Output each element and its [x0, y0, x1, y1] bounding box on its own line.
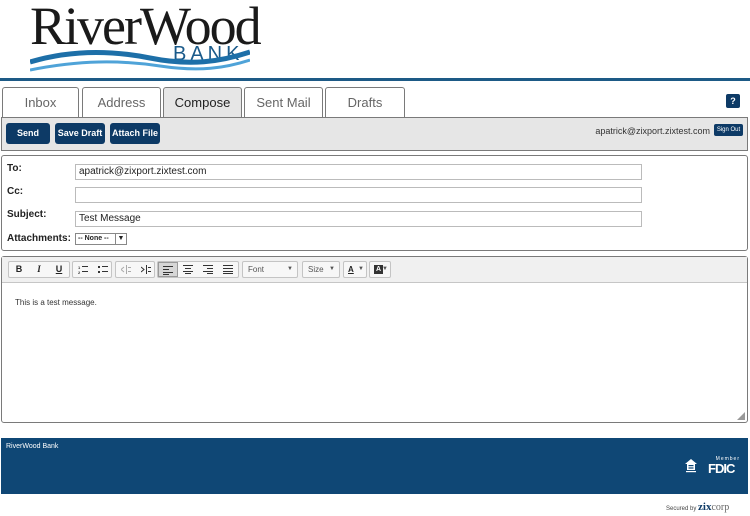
- italic-icon[interactable]: I: [29, 262, 49, 277]
- tab-address[interactable]: Address: [82, 87, 161, 119]
- text-color-icon[interactable]: A ▼: [343, 261, 367, 278]
- cc-label: Cc:: [7, 186, 24, 197]
- riverwood-bank-logo: RiverWood BANK: [30, 0, 262, 76]
- editor-toolbar: B I U 12 Font ▼ Size ▼ A ▼ A ▼: [2, 257, 747, 283]
- tab-sent-mail[interactable]: Sent Mail: [244, 87, 323, 119]
- chevron-down-icon: ▼: [329, 266, 335, 272]
- bold-icon[interactable]: B: [9, 262, 29, 277]
- secured-by-zixcorp: Secured by zixcorp: [666, 501, 729, 513]
- indent-icon[interactable]: [136, 262, 156, 277]
- underline-icon[interactable]: U: [49, 262, 69, 277]
- unordered-list-icon[interactable]: [93, 262, 113, 277]
- user-email: apatrick@zixport.zixtest.com: [595, 126, 710, 136]
- sign-out-button[interactable]: Sign Out: [714, 124, 743, 136]
- align-group: [157, 261, 239, 278]
- size-dropdown[interactable]: Size ▼: [302, 261, 340, 278]
- indent-group: [115, 261, 155, 278]
- format-group: B I U: [8, 261, 70, 278]
- svg-text:2: 2: [78, 270, 81, 274]
- chevron-down-icon: ▼: [115, 234, 126, 244]
- chevron-down-icon: ▼: [287, 266, 293, 272]
- background-color-icon[interactable]: A ▼: [369, 261, 391, 278]
- attach-file-button[interactable]: Attach File: [110, 123, 160, 144]
- list-group: 12: [72, 261, 112, 278]
- attachments-value: -- None --: [78, 235, 109, 242]
- attachments-select[interactable]: -- None -- ▼: [75, 233, 127, 245]
- tab-inbox[interactable]: Inbox: [2, 87, 79, 119]
- message-body[interactable]: This is a test message.: [15, 298, 97, 307]
- fdic-logo: Member FDIC: [708, 456, 740, 476]
- resize-handle-icon[interactable]: [737, 412, 745, 420]
- text-color-glyph: A: [348, 265, 354, 274]
- tab-compose[interactable]: Compose: [163, 87, 242, 120]
- attachments-label: Attachments:: [7, 233, 71, 244]
- header-divider: [0, 78, 750, 81]
- align-right-icon[interactable]: [198, 262, 218, 277]
- save-draft-button[interactable]: Save Draft: [55, 123, 105, 144]
- address-fields: To: apatrick@zixport.zixtest.com Cc: Sub…: [1, 155, 748, 251]
- fdic-label: FDIC: [708, 461, 735, 476]
- font-dropdown-label: Font: [248, 265, 265, 274]
- cc-field[interactable]: [75, 187, 642, 203]
- equal-housing-lender-icon: [685, 459, 697, 473]
- to-field[interactable]: apatrick@zixport.zixtest.com: [75, 164, 642, 180]
- font-dropdown[interactable]: Font ▼: [242, 261, 298, 278]
- align-left-icon[interactable]: [158, 262, 178, 277]
- footer-bank-name: RiverWood Bank: [6, 443, 59, 450]
- corp-brand: corp: [711, 502, 730, 513]
- tab-drafts[interactable]: Drafts: [325, 87, 405, 119]
- help-icon[interactable]: ?: [726, 94, 740, 108]
- size-dropdown-label: Size: [308, 265, 324, 274]
- zix-brand: zix: [698, 501, 712, 513]
- subject-field[interactable]: Test Message: [75, 211, 642, 227]
- chevron-down-icon: ▼: [382, 266, 388, 272]
- to-label: To:: [7, 163, 22, 174]
- align-center-icon[interactable]: [178, 262, 198, 277]
- footer: RiverWood Bank Member FDIC: [1, 438, 748, 494]
- outdent-icon[interactable]: [116, 262, 136, 277]
- message-editor: B I U 12 Font ▼ Size ▼ A ▼ A ▼ This is a…: [1, 256, 748, 423]
- ordered-list-icon[interactable]: 12: [73, 262, 93, 277]
- subject-label: Subject:: [7, 209, 47, 220]
- compose-toolbar: Send Save Draft Attach File apatrick@zix…: [1, 117, 748, 151]
- logo-wave-icon: [30, 49, 250, 72]
- send-button[interactable]: Send: [6, 123, 50, 144]
- secured-by-label: Secured by: [666, 506, 697, 512]
- chevron-down-icon: ▼: [358, 266, 364, 272]
- justify-icon[interactable]: [218, 262, 238, 277]
